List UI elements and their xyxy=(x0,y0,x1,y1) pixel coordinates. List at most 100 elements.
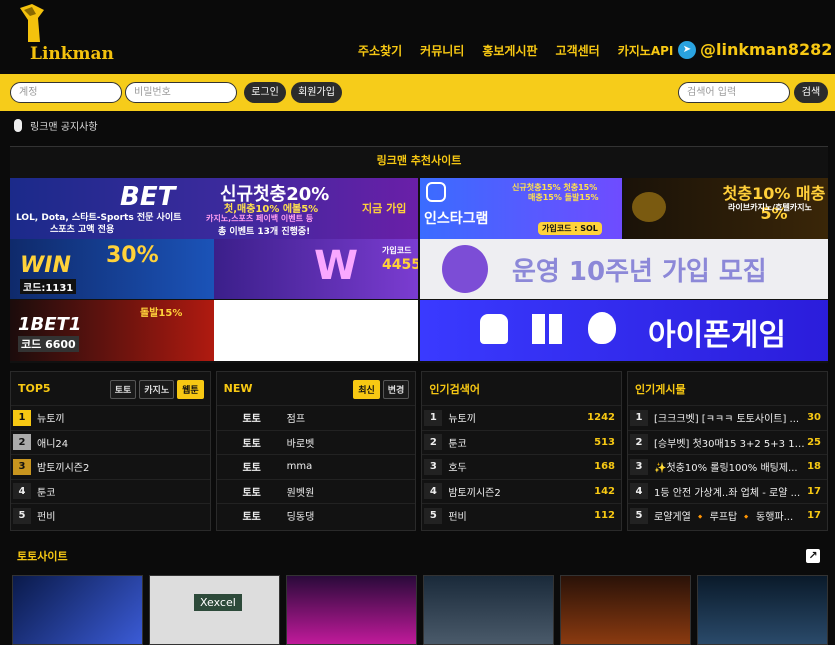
banner-1bet1-main: 돌발15% xyxy=(140,308,183,319)
banner-win-main: 30% xyxy=(106,243,159,268)
site-logo[interactable]: Linkman xyxy=(10,4,114,66)
banner-iphone-text: 아이폰게임 xyxy=(648,318,786,353)
list-item[interactable]: 3 밤토끼시즌2 xyxy=(11,454,210,479)
login-button[interactable]: 로그인 xyxy=(244,82,286,103)
telegram-link[interactable]: ➤ @linkman8282 xyxy=(678,40,832,59)
apple-icon xyxy=(588,312,616,344)
list-item[interactable]: 1 [크크크벳] [ㅋㅋㅋ 토토사이트] ... 30 xyxy=(628,405,828,430)
list-item[interactable]: 3 ✨첫충10% 롤링100% 배팅제... 18 xyxy=(628,454,828,479)
banner-bet-line2: 총 이벤트 13개 진행중! xyxy=(218,227,311,237)
nav-item-promo[interactable]: 홍보게시판 xyxy=(482,42,537,59)
nav-item-support[interactable]: 고객센터 xyxy=(556,42,600,59)
tab-toto[interactable]: 토토 xyxy=(109,380,137,399)
id-input[interactable]: 계정 xyxy=(10,82,122,103)
banner-bet-logo: BET xyxy=(120,182,176,212)
top-header: Linkman 주소찾기 커뮤니티 홍보게시판 고객센터 카지노API ➤ @l… xyxy=(0,0,835,74)
list-item[interactable]: 5 펀비 xyxy=(11,503,210,528)
toto-thumbnails: Xexcel xyxy=(12,575,832,645)
banner-empty xyxy=(214,300,418,361)
new-title: NEW xyxy=(223,382,253,395)
banner-win[interactable]: WIN 코드:1131 30% xyxy=(10,239,214,299)
list-item[interactable]: 토토 딩동댕 xyxy=(216,503,416,528)
toto-thumb[interactable] xyxy=(697,575,828,645)
new-panel: NEW 최신 변경 토토 점프 토토 바로벳 토토 mma 토토 원벳원 토토 딩동댕 xyxy=(215,371,417,531)
nav-item-community[interactable]: 커뮤니티 xyxy=(420,42,464,59)
banner-1bet1-brand: 1BET1 xyxy=(18,314,82,335)
join-button[interactable]: 회원가입 xyxy=(291,82,342,103)
banner-win-code: 코드:1131 xyxy=(20,279,77,294)
logo-figure-icon xyxy=(20,4,44,42)
list-item[interactable]: 4 밤토끼시즌2 142 xyxy=(422,478,622,504)
banner-anniversary[interactable]: 운영 10주년 가입 모집 xyxy=(420,239,828,299)
external-link-icon[interactable]: ↗ xyxy=(806,549,820,563)
android-icon xyxy=(480,314,508,344)
toto-thumb[interactable] xyxy=(423,575,554,645)
list-item[interactable]: 2 툰코 513 xyxy=(422,429,622,455)
toto-section-title: 토토사이트 xyxy=(17,550,68,563)
banner-instagram-code: 가입코드 : SOL xyxy=(538,222,602,235)
banner-bet-join: 지금 가입 xyxy=(362,202,407,215)
telegram-handle: @linkman8282 xyxy=(700,40,833,59)
list-item[interactable]: 1 뉴토끼 1242 xyxy=(422,405,622,430)
toto-section-header: 토토사이트 ↗ xyxy=(10,541,828,571)
telegram-icon: ➤ xyxy=(678,40,696,59)
list-item[interactable]: 4 툰코 xyxy=(11,478,210,504)
tab-changed[interactable]: 변경 xyxy=(382,380,410,399)
password-input[interactable]: 비밀번호 xyxy=(125,82,237,103)
banner-instagram-title: 인스타그램 xyxy=(424,211,489,227)
list-item[interactable]: 5 펀비 112 xyxy=(422,503,622,528)
nav-item-address[interactable]: 주소찾기 xyxy=(358,42,402,59)
login-bar: 계정 비밀번호 로그인 회원가입 검색어 입력 검색 xyxy=(0,74,835,111)
notice-label: 링크맨 공지사항 xyxy=(30,122,98,133)
banner-instagram-right2: 매충15% 돌발15% xyxy=(528,193,599,202)
tab-latest[interactable]: 최신 xyxy=(353,380,380,399)
banner-bet[interactable]: BET LOL, Dota, 스타트-Sports 전문 사이트 스포츠 고액 … xyxy=(10,178,418,239)
list-item[interactable]: 토토 원벳원 xyxy=(216,478,416,504)
tab-casino[interactable]: 카지노 xyxy=(139,380,175,399)
banner-iphone-game[interactable]: 아이폰게임 xyxy=(420,300,828,361)
windows-icon xyxy=(532,314,562,344)
recommend-panel: 링크맨 추천사이트 BET LOL, Dota, 스타트-Sports 전문 사… xyxy=(10,146,828,363)
recommend-title: 링크맨 추천사이트 xyxy=(376,154,462,167)
popular-search-title: 인기검색어 xyxy=(429,382,480,396)
banner-1bet1-code: 코드 6600 xyxy=(18,336,79,352)
top5-title: TOP5 xyxy=(18,382,51,395)
tab-webtoon[interactable]: 웹툰 xyxy=(177,380,204,399)
list-item[interactable]: 3 호두 168 xyxy=(422,454,622,479)
list-item[interactable]: 2 애니24 xyxy=(11,429,210,455)
top5-panel: TOP5 토토 카지노 웹툰 1 뉴토끼 2 애니24 3 밤토끼시즌2 4 툰코 5펀… xyxy=(10,371,211,531)
popular-posts-panel: 인기게시물 1 [크크크벳] [ㅋㅋㅋ 토토사이트] ... 30 2 [승부벳] 첫… xyxy=(627,371,829,531)
instagram-icon xyxy=(426,182,446,202)
banner-w[interactable]: W 가입코드 4455 xyxy=(214,239,418,299)
toto-thumb[interactable] xyxy=(12,575,143,645)
nav-item-casino-api[interactable]: 카지노API xyxy=(618,42,674,59)
popular-posts-title: 인기게시물 xyxy=(635,382,686,396)
toto-thumb[interactable] xyxy=(560,575,691,645)
list-item[interactable]: 1 뉴토끼 xyxy=(11,405,210,430)
main-nav: 주소찾기 커뮤니티 홍보게시판 고객센터 카지노API xyxy=(358,42,691,59)
toto-thumb[interactable]: Xexcel xyxy=(149,575,280,645)
list-item[interactable]: 토토 점프 xyxy=(216,405,416,430)
list-item[interactable]: 2 [승부벳] 첫30매15 3+2 5+3 10... 25 xyxy=(628,429,828,455)
banner-instagram[interactable]: 인스타그램 신규첫충15% 첫충15% 매충15% 돌발15% 가입코드 : S… xyxy=(420,178,622,239)
banner-bet-left2: 스포츠 고액 전용 xyxy=(50,225,115,235)
sunbet-logo-icon xyxy=(632,192,666,222)
microphone-icon xyxy=(14,119,22,132)
popular-search-panel: 인기검색어 1 뉴토끼 1242 2 툰코 513 3 호두 168 4 밤토끼시즌2 142 … xyxy=(421,371,623,531)
search-button[interactable]: 검색 xyxy=(794,82,828,103)
list-item[interactable]: 4 1등 안전 가상계..좌 업체 - 로얄 ... 17 xyxy=(628,478,828,504)
toto-thumb[interactable] xyxy=(286,575,417,645)
ranking-panels: TOP5 토토 카지노 웹툰 1 뉴토끼 2 애니24 3 밤토끼시즌2 4 툰코 5펀… xyxy=(10,371,829,531)
banner-1bet1[interactable]: 1BET1 코드 6600 돌발15% xyxy=(10,300,214,361)
list-item[interactable]: 토토 바로벳 xyxy=(216,429,416,455)
search-input[interactable]: 검색어 입력 xyxy=(678,82,790,103)
list-item[interactable]: 토토 mma xyxy=(216,454,416,479)
banner-w-code: 가입코드 xyxy=(382,246,412,255)
banner-sunbet[interactable]: 첫충10% 매충5% 라이브카지노/호텔카지노 xyxy=(624,178,828,239)
list-item[interactable]: 5 로얄게열 🔸 루프탑 🔸 동행파... 17 xyxy=(628,503,828,528)
notice-bar[interactable]: 링크맨 공지사항 xyxy=(0,111,835,140)
toto-thumb-logo: Xexcel xyxy=(194,594,242,611)
banner-win-logo: WIN xyxy=(20,253,71,278)
logo-text: Linkman xyxy=(30,44,114,64)
banner-anniversary-text: 운영 10주년 가입 모집 xyxy=(512,257,767,287)
